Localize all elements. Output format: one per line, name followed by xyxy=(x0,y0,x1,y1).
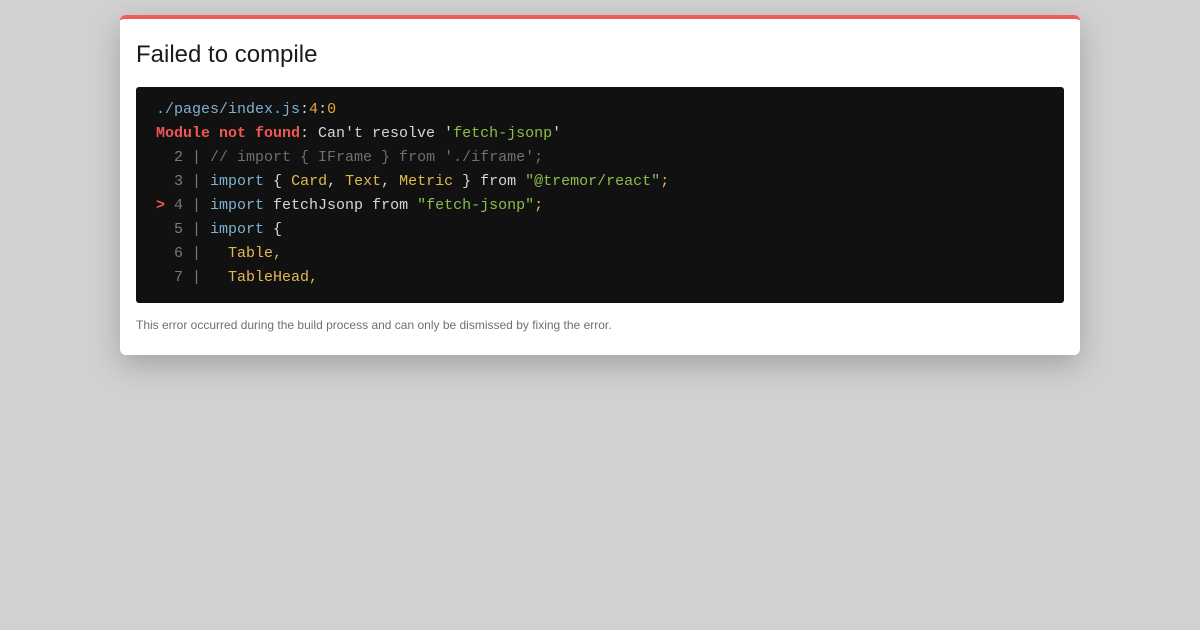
error-location-line: ./pages/index.js:4:0 xyxy=(156,98,1044,122)
code-token: "fetch-jsonp" xyxy=(417,197,535,214)
line-gutter: 2 | xyxy=(165,149,211,166)
code-token: fetchJsonp from xyxy=(264,197,418,214)
code-token: // import { IFrame } from './iframe'; xyxy=(210,149,544,166)
code-token: ; xyxy=(660,173,670,190)
line-gutter: 4 | xyxy=(165,197,211,214)
line-gutter: 5 | xyxy=(165,221,211,238)
line-gutter: 3 | xyxy=(165,173,211,190)
code-line: 2 | // import { IFrame } from './iframe'… xyxy=(156,146,1044,170)
code-line: 5 | import { xyxy=(156,218,1044,242)
code-token: import xyxy=(210,221,265,238)
line-gutter: 6 | xyxy=(165,245,211,262)
dialog-footer-note: This error occurred during the build pro… xyxy=(136,318,612,332)
code-token: , xyxy=(381,173,400,190)
code-token: Metric xyxy=(399,173,454,190)
code-token: import xyxy=(210,197,265,214)
code-line: 7 | TableHead, xyxy=(156,266,1044,290)
error-overlay: Failed to compile ./pages/index.js:4:0 Mo… xyxy=(0,0,1200,630)
code-token: import xyxy=(210,173,265,190)
line-marker-space xyxy=(156,269,165,286)
error-message-line: Module not found: Can't resolve 'fetch-j… xyxy=(156,122,1044,146)
error-message-prefix: : Can't resolve ' xyxy=(300,125,454,142)
source-code-lines: 2 | // import { IFrame } from './iframe'… xyxy=(156,146,1044,290)
error-line-marker: > xyxy=(156,197,166,214)
line-marker-space xyxy=(156,221,165,238)
code-token: , xyxy=(327,173,346,190)
error-message-suffix: ' xyxy=(552,125,562,142)
code-token: ; xyxy=(534,197,544,214)
error-module-name: fetch-jsonp xyxy=(453,125,553,142)
code-line: > 4 | import fetchJsonp from "fetch-json… xyxy=(156,194,1044,218)
code-token: TableHead, xyxy=(228,269,319,286)
line-marker-space xyxy=(156,173,165,190)
location-separator: : xyxy=(318,101,328,118)
code-line: 6 | Table, xyxy=(156,242,1044,266)
error-dialog: Failed to compile ./pages/index.js:4:0 Mo… xyxy=(120,15,1080,355)
code-line: 3 | import { Card, Text, Metric } from "… xyxy=(156,170,1044,194)
error-column-number: 0 xyxy=(327,101,337,118)
location-separator: : xyxy=(300,101,310,118)
code-token: Card xyxy=(291,173,328,190)
code-token: { xyxy=(264,173,292,190)
line-marker-space xyxy=(156,149,165,166)
line-marker-space xyxy=(156,245,165,262)
code-token: { xyxy=(264,221,283,238)
error-line-number: 4 xyxy=(309,101,319,118)
code-frame: ./pages/index.js:4:0 Module not found: Ca… xyxy=(136,87,1064,303)
code-token: Table, xyxy=(228,245,283,262)
line-gutter: 7 | xyxy=(165,269,211,286)
code-token: } from xyxy=(453,173,526,190)
error-file-path: ./pages/index.js xyxy=(156,101,301,118)
error-type: Module not found xyxy=(156,125,301,142)
dialog-title: Failed to compile xyxy=(136,41,318,68)
code-token: Text xyxy=(345,173,382,190)
code-token: "@tremor/react" xyxy=(525,173,661,190)
